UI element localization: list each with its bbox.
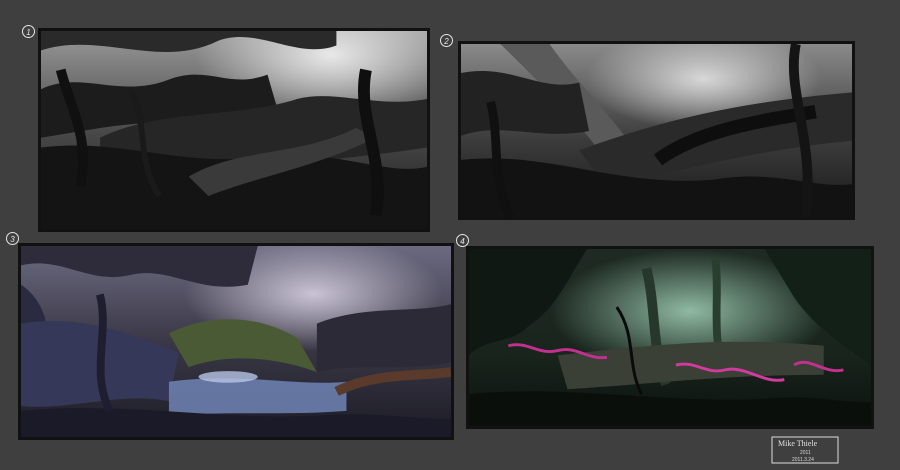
thumbnail-panel-1	[38, 28, 430, 232]
signature-date: 2011.3.24	[792, 457, 814, 463]
thumbnail-panel-2	[458, 41, 855, 220]
forest-sketch-1-image	[41, 31, 427, 229]
artist-signature: Mike Thiele 2011 2011.3.24	[770, 436, 840, 464]
forest-color-3-image	[21, 246, 451, 437]
panel-number-1: 1	[22, 25, 35, 38]
forest-sketch-2-image	[461, 44, 852, 217]
forest-color-4-image	[469, 249, 871, 426]
signature-stamp-image: Mike Thiele 2011 2011.3.24	[771, 436, 839, 464]
signature-year: 2011	[800, 450, 811, 456]
signature-name: Mike Thiele	[778, 439, 818, 448]
thumbnail-panel-3	[18, 243, 454, 440]
thumbnail-panel-4	[466, 246, 874, 429]
panel-number-2: 2	[440, 34, 453, 47]
